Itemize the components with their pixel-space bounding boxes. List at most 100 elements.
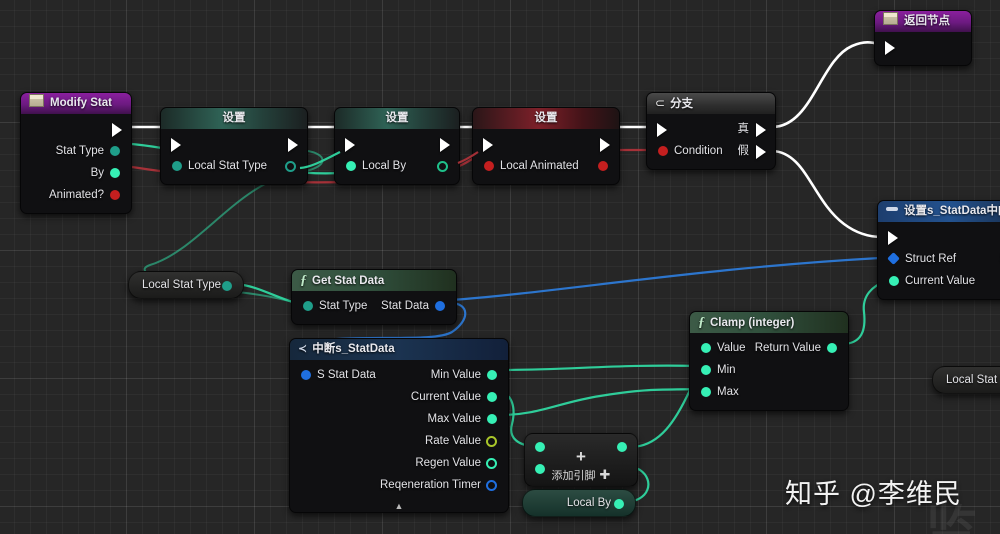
min-value-out-pin[interactable]: [487, 370, 497, 380]
exec-out-pin[interactable]: [600, 138, 610, 152]
node-get-local-stat-type-2[interactable]: Local Stat T: [932, 366, 1000, 394]
pin-row-struct-ref[interactable]: Struct Ref St: [878, 248, 1000, 270]
pin-row-current-value[interactable]: Current Value: [290, 386, 508, 408]
pin-row-current-value[interactable]: Current Value: [878, 270, 1000, 292]
node-break-s-statdata[interactable]: ≺ 中断s_StatData S Stat Data Min Value Curr…: [289, 338, 509, 513]
node-clamp-integer[interactable]: ƒ Clamp (integer) Value Return Value Min …: [689, 311, 849, 411]
node-get-local-stat-type[interactable]: Local Stat Type: [128, 271, 244, 299]
return-value-out-pin[interactable]: [827, 343, 837, 353]
pin-row-by[interactable]: By: [21, 162, 131, 184]
animated-out-pin[interactable]: [110, 190, 120, 200]
node-set-local-stat-type[interactable]: 设置 Local Stat Type: [160, 107, 308, 185]
pin-row-local-stat-type[interactable]: Local Stat T: [933, 367, 1000, 393]
branch-icon: ⊂: [655, 96, 666, 110]
node-title: 中断s_StatData: [312, 343, 395, 355]
pin-row-exec[interactable]: [473, 133, 619, 155]
exec-in-pin[interactable]: [171, 138, 181, 152]
pin-row-exec[interactable]: [878, 226, 1000, 248]
local-animated-out-pin[interactable]: [598, 161, 608, 171]
node-body: Value Return Value Min Max: [690, 333, 848, 410]
pin-label: Max: [717, 386, 739, 398]
local-by-out-pin[interactable]: [614, 499, 624, 509]
pin-row-exec[interactable]: [161, 133, 307, 155]
exec-in-pin[interactable]: [483, 138, 493, 152]
exec-in-pin[interactable]: [888, 231, 898, 245]
exec-out-pin[interactable]: [112, 123, 122, 137]
condition-in-pin[interactable]: [658, 146, 668, 156]
max-value-out-pin[interactable]: [487, 414, 497, 424]
exec-out-pin[interactable]: [440, 138, 450, 152]
pin-row-regen-value[interactable]: Regen Value: [290, 452, 508, 474]
pin-label: Stat Type: [319, 300, 368, 312]
add-output-pin[interactable]: [617, 442, 627, 452]
exec-in-pin[interactable]: [657, 123, 667, 137]
pin-row-exec-out[interactable]: [21, 118, 131, 140]
local-animated-in-pin[interactable]: [484, 161, 494, 171]
pin-label: Value: [717, 342, 746, 354]
true-exec-out-pin[interactable]: [756, 123, 766, 137]
local-by-in-pin[interactable]: [346, 161, 356, 171]
local-stat-type-out-pin[interactable]: [285, 161, 296, 172]
pin-row-local-stat-type[interactable]: Local Stat Type: [161, 155, 307, 177]
pin-row-rate-value[interactable]: Rate Value: [290, 430, 508, 452]
pin-row-s-stat-data[interactable]: S Stat Data Min Value: [290, 364, 508, 386]
pin-row-min[interactable]: Min: [690, 359, 848, 381]
regen-value-out-pin[interactable]: [486, 458, 497, 469]
node-body: Stat Type Stat Data: [292, 291, 456, 324]
pin-label: Condition: [674, 145, 723, 157]
regeneration-timer-out-pin[interactable]: [486, 480, 497, 491]
pin-row-stat-type[interactable]: Stat Type: [21, 140, 131, 162]
local-by-out-pin[interactable]: [437, 161, 448, 172]
pin-row-exec[interactable]: [335, 133, 459, 155]
exec-out-pin[interactable]: [288, 138, 298, 152]
pin-row-value[interactable]: Value Return Value: [690, 337, 848, 359]
exec-in-pin[interactable]: [885, 41, 895, 55]
collapse-toggle[interactable]: ▲: [290, 502, 508, 511]
blueprint-graph-canvas[interactable]: Modify Stat Stat Type By Animated? 设置 Lo…: [0, 0, 1000, 534]
local-stat-type-in-pin[interactable]: [172, 161, 182, 171]
rate-value-out-pin[interactable]: [486, 436, 497, 447]
pin-row-max-value[interactable]: Max Value: [290, 408, 508, 430]
current-value-in-pin[interactable]: [889, 276, 899, 286]
struct-ref-in-pin[interactable]: [887, 252, 900, 265]
s-stat-data-in-pin[interactable]: [301, 370, 311, 380]
local-stat-type-out-pin[interactable]: [222, 281, 232, 291]
node-get-local-by[interactable]: Local By: [522, 489, 636, 517]
pin-row-local-animated[interactable]: Local Animated: [473, 155, 619, 177]
node-set-local-animated[interactable]: 设置 Local Animated: [472, 107, 620, 185]
false-exec-out-pin[interactable]: [756, 145, 766, 159]
node-return[interactable]: 返回节点: [874, 10, 972, 66]
node-add[interactable]: + 添加引脚 ✚: [524, 433, 638, 487]
pin-row-regeneration-timer[interactable]: Reqeneration Timer: [290, 474, 508, 496]
node-get-stat-data[interactable]: ƒ Get Stat Data Stat Type Stat Data: [291, 269, 457, 325]
exec-in-pin[interactable]: [345, 138, 355, 152]
node-set-struct-members[interactable]: 设置s_StatData中的 Struct Ref St Current Val…: [877, 200, 1000, 300]
pin-row-local-by[interactable]: Local By: [335, 155, 459, 177]
pin-label: Regen Value: [415, 457, 481, 469]
add-input-a-pin[interactable]: [535, 442, 545, 452]
pin-row-condition-false[interactable]: Condition 假: [647, 140, 775, 162]
node-branch[interactable]: ⊂ 分支 真 Condition 假: [646, 92, 776, 170]
node-body: Local Stat Type: [161, 129, 307, 184]
current-value-out-pin[interactable]: [487, 392, 497, 402]
pin-row-max[interactable]: Max: [690, 381, 848, 403]
pin-row-animated[interactable]: Animated?: [21, 184, 131, 206]
variable-label: Local By: [566, 497, 611, 509]
node-header: 设置s_StatData中的: [878, 201, 1000, 222]
add-pin-label: 添加引脚: [551, 470, 596, 482]
node-set-local-by[interactable]: 设置 Local By: [334, 107, 460, 185]
min-in-pin[interactable]: [701, 365, 711, 375]
stat-type-out-pin[interactable]: [110, 146, 120, 156]
stat-type-in-pin[interactable]: [303, 301, 313, 311]
value-in-pin[interactable]: [701, 343, 711, 353]
by-out-pin[interactable]: [110, 168, 120, 178]
add-pin-button[interactable]: 添加引脚 ✚: [525, 467, 637, 483]
pin-row-local-stat-type[interactable]: Local Stat Type: [129, 272, 243, 298]
pin-row-local-by[interactable]: Local By: [523, 490, 635, 516]
pin-row-exec[interactable]: [875, 36, 971, 58]
stat-data-out-pin[interactable]: [435, 301, 445, 311]
max-in-pin[interactable]: [701, 387, 711, 397]
pin-row-stat-type[interactable]: Stat Type Stat Data: [292, 295, 456, 317]
node-modify-stat[interactable]: Modify Stat Stat Type By Animated?: [20, 92, 132, 214]
pin-row-exec-true[interactable]: 真: [647, 118, 775, 140]
